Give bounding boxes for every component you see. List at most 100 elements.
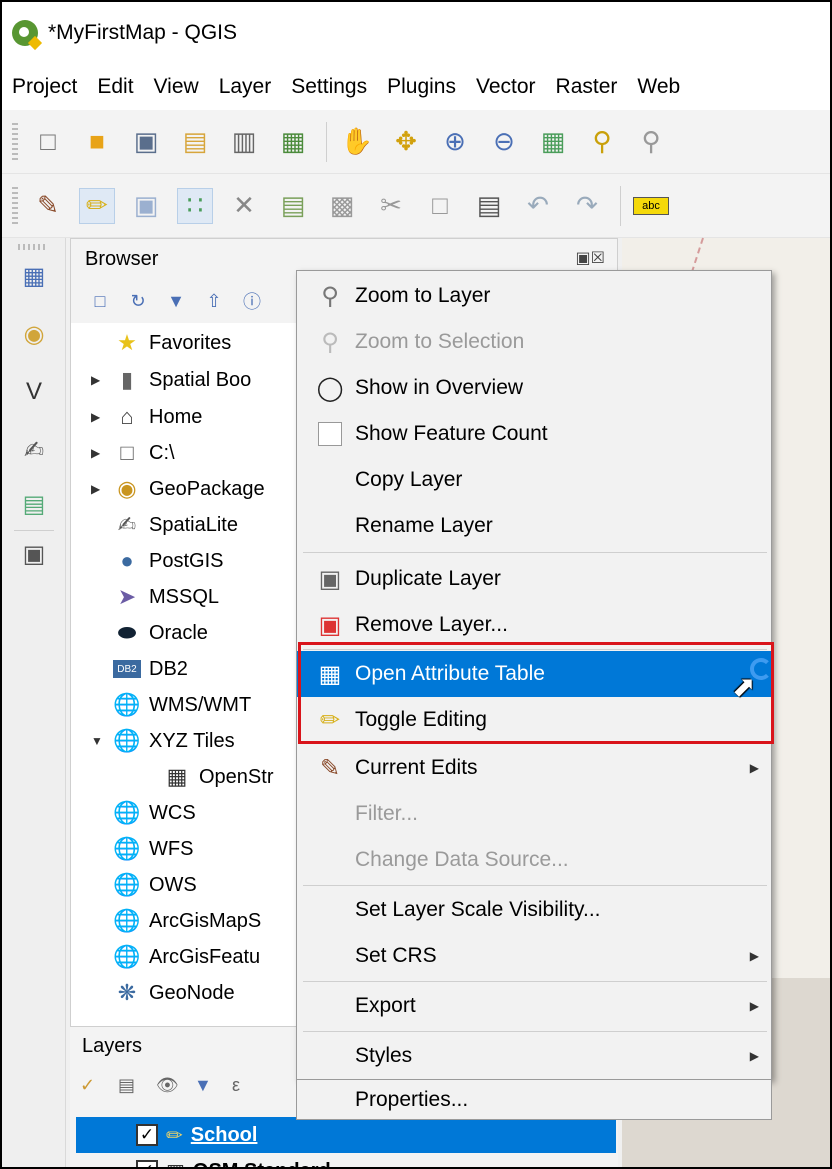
zoom-to-selection-icon[interactable]: ⚲ (584, 124, 620, 160)
pan-to-selection-icon[interactable]: ✥ (388, 124, 424, 160)
tree-item-wcs[interactable]: 🌐 WCS (91, 795, 195, 831)
tree-item-home[interactable]: ▶ ⌂ Home (91, 399, 202, 435)
new-project-icon[interactable]: □ (30, 124, 66, 160)
manage-visibility-icon[interactable]: 👁 (156, 1075, 179, 1096)
checkbox-icon[interactable] (313, 417, 347, 451)
layout-manager-icon[interactable]: ▥ (226, 124, 262, 160)
menu-layer[interactable]: Layer (219, 75, 272, 99)
menu-project[interactable]: Project (12, 75, 77, 99)
open-project-icon[interactable]: ■ (79, 124, 115, 160)
menu-item-duplicate-layer[interactable]: ▣ Duplicate Layer (297, 556, 771, 602)
menu-item-zoom-to-selection[interactable]: ⚲ Zoom to Selection (297, 319, 771, 365)
add-group-icon[interactable]: ▤ (118, 1075, 140, 1096)
toolbar-grip[interactable] (18, 244, 48, 250)
tree-item-spatial-bookmarks[interactable]: ▶ ▮ Spatial Boo (91, 362, 251, 398)
tree-item-geonode[interactable]: ❋ GeoNode (91, 975, 235, 1011)
refresh-icon[interactable]: ↻ (127, 290, 149, 312)
tree-item-spatialite[interactable]: ✍ SpatiaLite (91, 507, 238, 543)
menu-web[interactable]: Web (637, 75, 680, 99)
menu-item-show-in-overview[interactable]: ◯ Show in Overview (297, 365, 771, 411)
menu-item-zoom-to-layer[interactable]: ⚲ Zoom to Layer (297, 273, 771, 319)
menu-item-styles[interactable]: Styles ▶ (297, 1033, 771, 1079)
filter-legend-icon[interactable]: ▼ (194, 1075, 216, 1096)
menu-item-properties[interactable]: Properties... (296, 1080, 772, 1120)
redo-icon[interactable]: ↷ (569, 188, 605, 224)
menu-item-copy-layer[interactable]: Copy Layer (297, 457, 771, 503)
new-spatialite-layer-icon[interactable]: ✍ (18, 434, 50, 466)
tree-arrow[interactable]: ▶ (91, 373, 113, 387)
cut-features-icon[interactable]: ✂ (373, 188, 409, 224)
layer-visibility-checkbox[interactable]: ✓ (136, 1124, 158, 1146)
tree-arrow[interactable]: ▼ (91, 734, 113, 748)
tree-item-geopackage[interactable]: ▶ ◉ GeoPackage (91, 471, 265, 507)
toolbar-grip[interactable] (12, 122, 18, 161)
save-edits-icon[interactable]: ▣ (128, 188, 164, 224)
menu-item-change-data-source[interactable]: Change Data Source... (297, 837, 771, 883)
geopackage-icon: ◉ (117, 476, 137, 501)
properties-icon[interactable]: ⓘ (241, 290, 263, 312)
undo-icon[interactable]: ↶ (520, 188, 556, 224)
menu-item-rename-layer[interactable]: Rename Layer (297, 503, 771, 549)
layer-visibility-checkbox[interactable]: ✓ (136, 1160, 158, 1167)
zoom-in-icon[interactable]: ⊕ (437, 124, 473, 160)
digitize-icon[interactable]: ∷ (177, 187, 213, 224)
menu-view[interactable]: View (154, 75, 199, 99)
vertex-tool-icon[interactable]: ✕ (226, 188, 262, 224)
expression-filter-icon[interactable]: ε (232, 1075, 254, 1096)
tree-arrow[interactable]: ▶ (91, 446, 113, 460)
new-virtual-layer-icon[interactable]: ▣ (18, 538, 50, 570)
new-shapefile-layer-icon[interactable]: V (18, 376, 50, 408)
tree-arrow[interactable]: ▶ (91, 482, 113, 496)
zoom-full-icon[interactable]: ▦ (535, 124, 571, 160)
tree-arrow[interactable]: ▶ (91, 410, 113, 424)
tree-item-oracle[interactable]: ⬬ Oracle (91, 615, 208, 651)
panel-float-close-icon[interactable]: ▣☒ (576, 248, 605, 268)
layer-row-osm-standard[interactable]: ✓ ▦ OSM Standard (76, 1153, 616, 1167)
menu-edit[interactable]: Edit (97, 75, 133, 99)
save-project-icon[interactable]: ▣ (128, 124, 164, 160)
tree-item-arcgis-feature[interactable]: 🌐 ArcGisFeatu (91, 939, 260, 975)
copy-features-icon[interactable]: □ (422, 188, 458, 224)
current-edits-icon[interactable]: ✎ (30, 188, 66, 224)
menu-raster[interactable]: Raster (556, 75, 618, 99)
menu-vector[interactable]: Vector (476, 75, 536, 99)
tree-item-arcgis-map[interactable]: 🌐 ArcGisMapS (91, 903, 261, 939)
filter-icon[interactable]: ▼ (165, 290, 187, 312)
layer-row-school[interactable]: ✓ ✏ School (76, 1117, 616, 1153)
tree-item-favorites[interactable]: ★ Favorites (91, 325, 231, 361)
zoom-to-layer-icon[interactable]: ⚲ (633, 124, 669, 160)
menu-plugins[interactable]: Plugins (387, 75, 456, 99)
tree-item-postgis[interactable]: ● PostGIS (91, 543, 223, 579)
delete-selected-icon[interactable]: ▩ (324, 188, 360, 224)
tree-item-mssql[interactable]: ➤ MSSQL (91, 579, 219, 615)
tree-item-wms[interactable]: 🌐 WMS/WMT (91, 687, 251, 723)
menu-item-set-layer-scale-visibility[interactable]: Set Layer Scale Visibility... (297, 887, 771, 933)
collapse-all-icon[interactable]: ⇧ (203, 290, 225, 312)
menu-item-filter[interactable]: Filter... (297, 791, 771, 837)
data-source-manager-icon[interactable]: ▦ (18, 260, 50, 292)
tree-item-xyz-tiles[interactable]: ▼ 🌐 XYZ Tiles (91, 723, 235, 759)
menu-settings[interactable]: Settings (291, 75, 367, 99)
label-icon[interactable]: abc (633, 196, 669, 215)
add-selected-layers-icon[interactable]: □ (89, 290, 111, 312)
tree-item-db2[interactable]: DB2 DB2 (91, 651, 188, 687)
menu-item-set-crs[interactable]: Set CRS ▶ (297, 933, 771, 979)
menu-item-export[interactable]: Export ▶ (297, 983, 771, 1029)
new-print-layout-icon[interactable]: ▤ (177, 124, 213, 160)
zoom-out-icon[interactable]: ⊖ (486, 124, 522, 160)
menu-item-show-feature-count[interactable]: Show Feature Count (297, 411, 771, 457)
new-geopackage-layer-icon[interactable]: ◉ (18, 318, 50, 350)
paste-features-icon[interactable]: ▤ (471, 188, 507, 224)
toggle-editing-icon[interactable]: ✏ (79, 187, 115, 224)
tree-item-ows[interactable]: 🌐 OWS (91, 867, 196, 903)
modify-attributes-icon[interactable]: ▤ (275, 188, 311, 224)
tree-item-wfs[interactable]: 🌐 WFS (91, 831, 193, 867)
tree-item-openstreetmap[interactable]: ▦ OpenStr (141, 759, 274, 795)
tree-item-c-drive[interactable]: ▶ □ C:\ (91, 435, 175, 471)
new-temporary-layer-icon[interactable]: ▤ (18, 488, 50, 520)
style-manager-icon[interactable]: ▦ (275, 124, 311, 160)
menu-item-current-edits[interactable]: ✎ Current Edits ▶ (297, 745, 771, 791)
style-panel-icon[interactable]: ✓ (80, 1075, 102, 1096)
toolbar-grip[interactable] (12, 186, 18, 225)
pan-icon[interactable]: ✋ (339, 124, 375, 160)
